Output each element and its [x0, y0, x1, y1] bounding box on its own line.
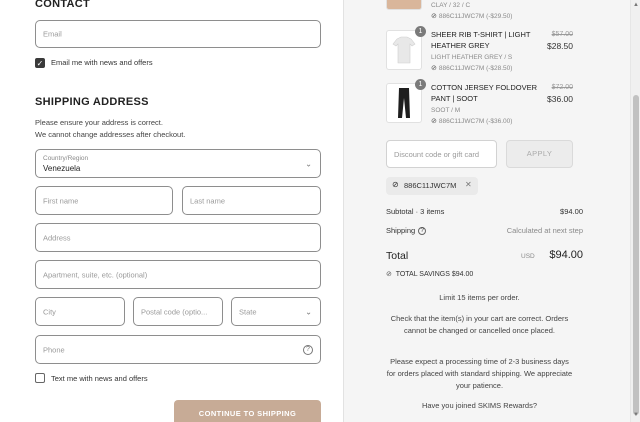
shipping-note-2: We cannot change addresses after checkou… — [35, 130, 186, 139]
total-label: Total — [386, 250, 409, 262]
scrollbar-thumb[interactable] — [633, 95, 639, 415]
last-name-field[interactable]: Last name — [182, 186, 321, 215]
limit-note: Limit 15 items per order. — [439, 293, 520, 302]
city-placeholder: City — [43, 307, 56, 316]
price-sale: $36.00 — [547, 94, 573, 104]
total-value: $94.00 — [549, 249, 583, 261]
item-discount: ⊘ 886C11JWC7M (-$36.00) — [431, 117, 512, 125]
postal-code-field[interactable]: Postal code (optio... — [133, 297, 223, 326]
phone-field[interactable]: Phone ? — [35, 335, 321, 364]
shipping-heading: SHIPPING ADDRESS — [35, 96, 149, 108]
checkout-form-panel: CONTACT Email ✓ Email me with news and o… — [0, 0, 343, 422]
tag-icon: ⊘ — [431, 13, 437, 20]
scroll-down-icon[interactable]: ▼ — [633, 412, 639, 418]
page-scrollbar[interactable]: ▲ ▼ — [630, 0, 640, 422]
total-savings: ⊘ TOTAL SAVINGS $94.00 — [386, 270, 473, 278]
applied-code: 886C11JWC7M — [404, 181, 457, 190]
price-original: $72.00 — [551, 84, 573, 91]
processing-note: Please expect a processing time of 2-3 b… — [386, 357, 573, 390]
email-field[interactable]: Email — [35, 20, 321, 48]
tag-icon: ⊘ — [392, 180, 399, 189]
savings-label: TOTAL SAVINGS — [395, 271, 450, 278]
savings-value: $94.00 — [451, 271, 474, 278]
subtotal-label: Subtotal · 3 items — [386, 207, 445, 216]
tag-icon: ⊘ — [386, 271, 392, 278]
address-placeholder: Address — [43, 233, 71, 242]
item-variant: LIGHT HEATHER GREY / S — [431, 54, 513, 61]
city-field[interactable]: City — [35, 297, 125, 326]
discount-code-input[interactable]: Discount code or gift card — [386, 140, 497, 168]
price-sale: $28.50 — [547, 41, 573, 51]
text-opt-in-label: Text me with news and offers — [51, 374, 148, 383]
close-icon[interactable]: ✕ — [465, 180, 472, 189]
product-thumbnail — [386, 0, 422, 10]
item-discount: ⊘ 886C11JWC7M (-$29.50) — [431, 12, 512, 20]
text-opt-in-checkbox[interactable] — [35, 373, 45, 383]
country-label: Country/Region — [43, 155, 89, 162]
shipping-note-1: Please ensure your address is correct. — [35, 118, 163, 127]
tshirt-image — [392, 36, 416, 64]
email-placeholder: Email — [43, 29, 62, 39]
pants-image — [398, 88, 410, 118]
chevron-down-icon: ⌄ — [305, 307, 312, 316]
country-select[interactable]: Country/Region Venezuela ⌄ — [35, 149, 321, 178]
discount-placeholder: Discount code or gift card — [394, 150, 480, 159]
state-select[interactable]: State ⌄ — [231, 297, 321, 326]
item-discount: ⊘ 886C11JWC7M (-$28.50) — [431, 64, 512, 72]
item-discount-text: 886C11JWC7M (-$36.00) — [438, 118, 513, 125]
first-name-placeholder: First name — [43, 196, 79, 205]
state-placeholder: State — [239, 307, 257, 316]
tag-icon: ⊘ — [431, 65, 437, 72]
last-name-placeholder: Last name — [190, 196, 226, 205]
cart-item: CLAY / 32 / C ⊘ 886C11JWC7M (-$29.50) — [386, 0, 576, 20]
cart-item: 1 SHEER RIB T-SHIRT | LIGHT HEATHER GREY… — [386, 26, 576, 74]
total-currency: USD — [521, 253, 535, 260]
quantity-badge: 1 — [415, 79, 426, 90]
item-variant: SOOT / M — [431, 107, 461, 114]
check-order-note: Check that the item(s) in your cart are … — [390, 314, 569, 335]
info-icon[interactable]: ? — [418, 227, 427, 236]
help-icon[interactable]: ? — [303, 344, 313, 355]
cart-item: 1 COTTON JERSEY FOLDOVER PANT | SOOT SOO… — [386, 79, 576, 127]
item-discount-text: 886C11JWC7M (-$28.50) — [438, 65, 513, 72]
quantity-badge: 1 — [415, 26, 426, 37]
first-name-field[interactable]: First name — [35, 186, 173, 215]
check-icon: ✓ — [36, 59, 44, 68]
email-opt-in-checkbox[interactable]: ✓ — [35, 58, 45, 68]
apartment-placeholder: Apartment, suite, etc. (optional) — [43, 270, 148, 279]
country-value: Venezuela — [43, 164, 81, 173]
subtotal-value: $94.00 — [560, 207, 583, 216]
address-field[interactable]: Address — [35, 223, 321, 252]
postal-code-placeholder: Postal code (optio... — [141, 307, 208, 316]
continue-to-shipping-button[interactable]: CONTINUE TO SHIPPING — [174, 400, 321, 422]
chevron-down-icon: ⌄ — [305, 159, 312, 168]
rewards-note: Have you joined SKIMS Rewards? — [421, 401, 538, 410]
scroll-up-icon[interactable]: ▲ — [633, 2, 639, 8]
apply-discount-button[interactable]: APPLY — [506, 140, 573, 168]
shipping-label: Shipping — [386, 226, 416, 235]
shipping-value: Calculated at next step — [506, 226, 583, 235]
apartment-field[interactable]: Apartment, suite, etc. (optional) — [35, 260, 321, 289]
shipping-label-row: Shipping? — [386, 226, 427, 236]
phone-placeholder: Phone — [43, 345, 65, 354]
item-name: SHEER RIB T-SHIRT | LIGHT HEATHER GREY — [431, 30, 531, 50]
contact-heading: CONTACT — [35, 0, 91, 10]
tag-icon: ⊘ — [431, 118, 437, 125]
item-discount-text: 886C11JWC7M (-$29.50) — [438, 13, 513, 20]
email-opt-in-label: Email me with news and offers — [51, 58, 153, 67]
price-original: $57.00 — [551, 31, 573, 38]
applied-discount-chip: ⊘ 886C11JWC7M ✕ — [386, 177, 478, 195]
item-variant: CLAY / 32 / C — [431, 2, 471, 9]
item-name: COTTON JERSEY FOLDOVER PANT | SOOT — [431, 83, 537, 103]
